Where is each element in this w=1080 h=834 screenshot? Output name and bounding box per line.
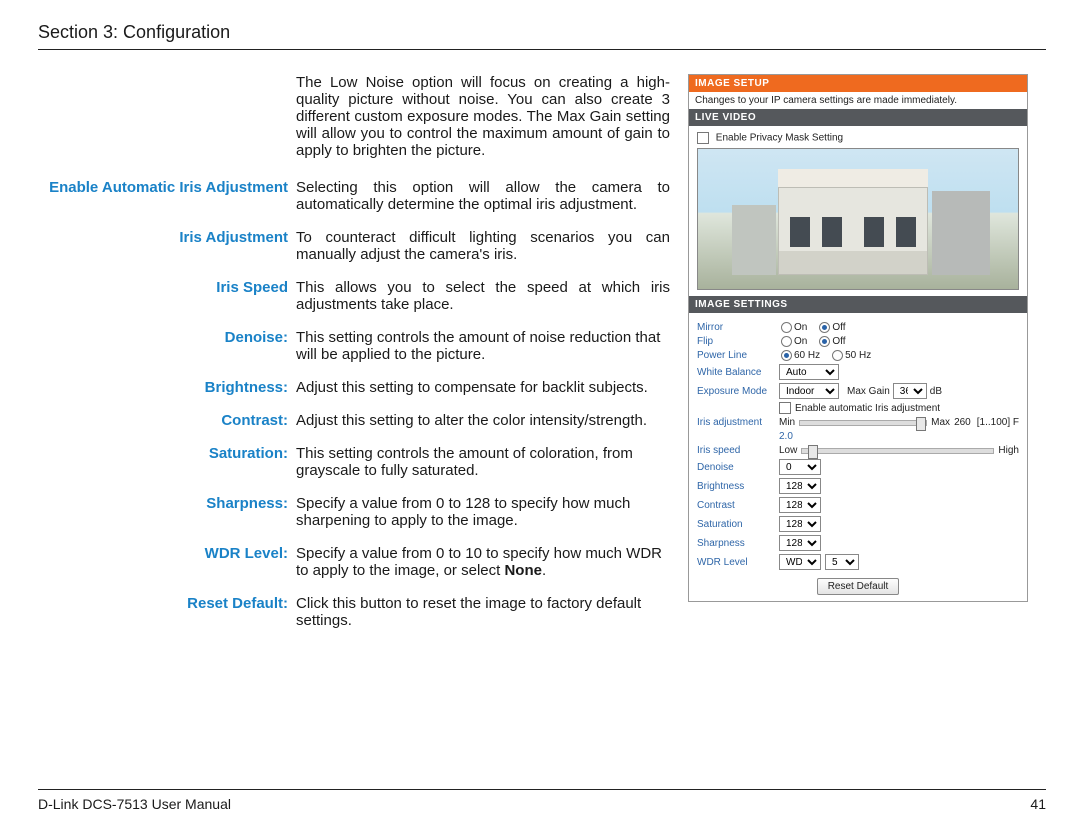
definition-term: Iris Adjustment [38, 229, 296, 263]
sharpness-label: Sharpness [697, 538, 779, 549]
sharpness-select[interactable]: 128 [779, 535, 821, 551]
definition-row: Contrast:Adjust this setting to alter th… [38, 412, 670, 429]
max-gain-unit: dB [930, 386, 942, 397]
content-column: The Low Noise option will focus on creat… [38, 74, 670, 645]
footer-manual-name: D-Link DCS-7513 User Manual [38, 796, 231, 812]
white-balance-label: White Balance [697, 367, 779, 378]
max-gain-label: Max Gain [847, 386, 890, 397]
iris-speed-low-label: Low [779, 445, 797, 456]
flip-off-label: Off [832, 336, 845, 347]
iris-min-label: Min [779, 417, 795, 428]
saturation-label: Saturation [697, 519, 779, 530]
definition-row: Denoise:This setting controls the amount… [38, 329, 670, 363]
privacy-mask-checkbox[interactable] [697, 132, 709, 144]
mirror-on-label: On [794, 322, 807, 333]
definition-term: WDR Level: [38, 545, 296, 579]
definition-text: To counteract difficult lighting scenari… [296, 229, 670, 263]
definition-term: Iris Speed [38, 279, 296, 313]
definition-row: Enable Automatic Iris AdjustmentSelectin… [38, 179, 670, 213]
max-gain-select[interactable]: 36 [893, 383, 927, 399]
power-50-label: 50 Hz [845, 350, 871, 361]
definition-term: Enable Automatic Iris Adjustment [38, 179, 296, 213]
flip-on-radio[interactable] [781, 336, 792, 347]
wdr-mode-select[interactable]: WDR [779, 554, 821, 570]
iris-speed-label: Iris speed [697, 445, 779, 456]
white-balance-select[interactable]: Auto [779, 364, 839, 380]
definition-term: Denoise: [38, 329, 296, 363]
image-setup-panel: IMAGE SETUP Changes to your IP camera se… [688, 74, 1028, 602]
definition-text: Specify a value from 0 to 10 to specify … [296, 545, 670, 579]
saturation-select[interactable]: 128 [779, 516, 821, 532]
flip-on-label: On [794, 336, 807, 347]
intro-paragraph: The Low Noise option will focus on creat… [296, 74, 670, 159]
wdr-level-label: WDR Level [697, 557, 779, 568]
iris-speed-high-label: High [998, 445, 1019, 456]
brightness-select[interactable]: 128 [779, 478, 821, 494]
denoise-label: Denoise [697, 462, 779, 473]
definition-row: Saturation:This setting controls the amo… [38, 445, 670, 479]
power-60-label: 60 Hz [794, 350, 820, 361]
definition-text: Specify a value from 0 to 128 to specify… [296, 495, 670, 529]
exposure-mode-label: Exposure Mode [697, 386, 779, 397]
reset-default-button[interactable]: Reset Default [817, 578, 900, 595]
iris-value: 2.0 [779, 431, 793, 442]
denoise-select[interactable]: 0 [779, 459, 821, 475]
flip-label: Flip [697, 336, 779, 347]
definition-term: Sharpness: [38, 495, 296, 529]
power-line-label: Power Line [697, 350, 779, 361]
live-video-title: LIVE VIDEO [689, 109, 1027, 126]
header-rule [38, 49, 1046, 50]
iris-max-label: Max [931, 417, 950, 428]
definition-term: Reset Default: [38, 595, 296, 629]
privacy-mask-label: Enable Privacy Mask Setting [716, 133, 843, 144]
definition-text: Click this button to reset the image to … [296, 595, 670, 629]
definition-term: Contrast: [38, 412, 296, 429]
mirror-off-radio[interactable] [819, 322, 830, 333]
mirror-label: Mirror [697, 322, 779, 333]
definition-term: Brightness: [38, 379, 296, 396]
flip-off-radio[interactable] [819, 336, 830, 347]
mirror-on-radio[interactable] [781, 322, 792, 333]
wdr-value-select[interactable]: 5 [825, 554, 859, 570]
enable-auto-iris-label: Enable automatic Iris adjustment [795, 403, 940, 414]
panel-title: IMAGE SETUP [689, 75, 1027, 92]
contrast-select[interactable]: 128 [779, 497, 821, 513]
iris-speed-slider[interactable] [801, 448, 994, 454]
contrast-label: Contrast [697, 500, 779, 511]
definition-row: WDR Level:Specify a value from 0 to 10 t… [38, 545, 670, 579]
iris-max-value: 260 [954, 417, 971, 428]
definition-text: This setting controls the amount of colo… [296, 445, 670, 479]
mirror-off-label: Off [832, 322, 845, 333]
definition-row: Iris AdjustmentTo counteract difficult l… [38, 229, 670, 263]
image-settings-title: IMAGE SETTINGS [689, 296, 1027, 313]
brightness-label: Brightness [697, 481, 779, 492]
footer-page-number: 41 [1030, 796, 1046, 812]
live-video-preview [697, 148, 1019, 290]
exposure-mode-select[interactable]: Indoor [779, 383, 839, 399]
definition-row: Iris SpeedThis allows you to select the … [38, 279, 670, 313]
iris-adjustment-label: Iris adjustment [697, 417, 779, 428]
iris-range: [1..100] F [977, 417, 1019, 428]
enable-auto-iris-checkbox[interactable] [779, 402, 791, 414]
definition-text: This setting controls the amount of nois… [296, 329, 670, 363]
panel-notice: Changes to your IP camera settings are m… [689, 92, 1027, 109]
definition-row: Sharpness:Specify a value from 0 to 128 … [38, 495, 670, 529]
definition-term: Saturation: [38, 445, 296, 479]
section-header: Section 3: Configuration [38, 22, 1046, 43]
definition-text: This allows you to select the speed at w… [296, 279, 670, 313]
definition-row: Brightness:Adjust this setting to compen… [38, 379, 670, 396]
power-50-radio[interactable] [832, 350, 843, 361]
definition-text: Selecting this option will allow the cam… [296, 179, 670, 213]
iris-adjustment-slider[interactable] [799, 420, 927, 426]
definition-text: Adjust this setting to compensate for ba… [296, 379, 670, 396]
definition-text: Adjust this setting to alter the color i… [296, 412, 670, 429]
footer-rule [38, 789, 1046, 790]
power-60-radio[interactable] [781, 350, 792, 361]
definition-row: Reset Default:Click this button to reset… [38, 595, 670, 629]
